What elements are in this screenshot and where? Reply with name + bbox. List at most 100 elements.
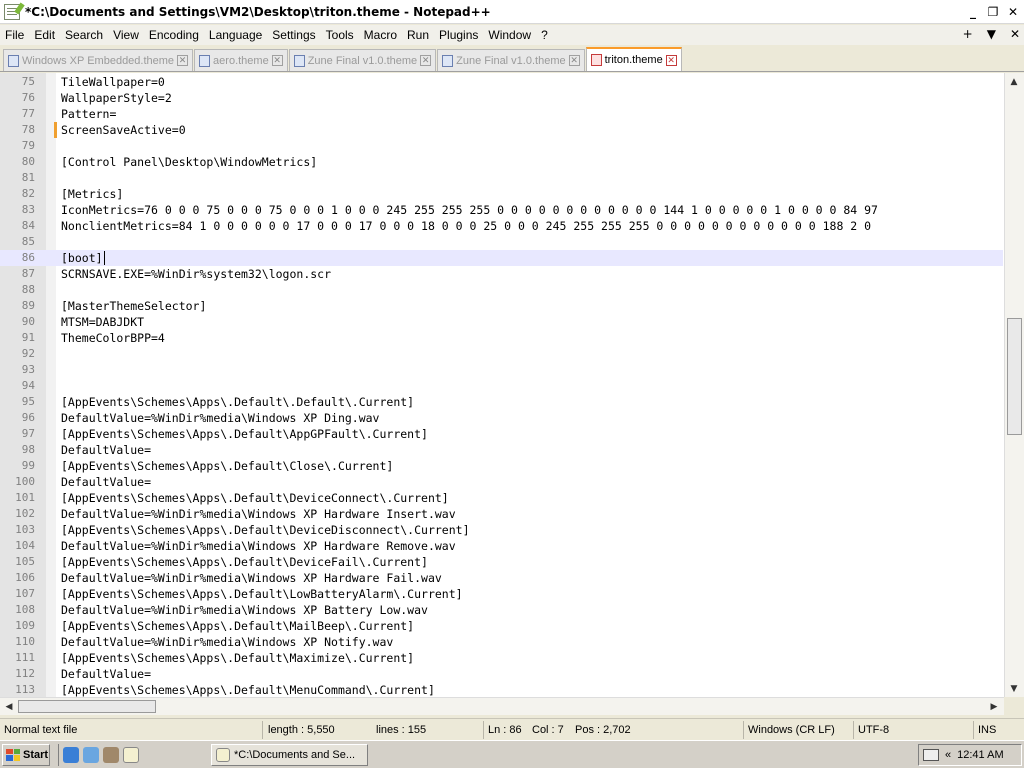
tab-windows-xp-embedded-theme[interactable]: Windows XP Embedded.theme ✕: [3, 49, 194, 71]
editor-line[interactable]: 80 [Control Panel\Desktop\WindowMetrics]: [0, 154, 1003, 170]
editor-line[interactable]: 87 SCRNSAVE.EXE=%WinDir%system32\logon.sc…: [0, 266, 1003, 282]
editor-line[interactable]: 94: [0, 378, 1003, 394]
menu-macro[interactable]: Macro: [359, 25, 402, 45]
restore-button[interactable]: ❐: [984, 3, 1002, 20]
scroll-down-arrow-icon[interactable]: ▼: [1005, 680, 1023, 697]
scroll-left-arrow-icon[interactable]: ◀: [1, 699, 17, 715]
editor-line[interactable]: 90 MTSM=DABJDKT: [0, 314, 1003, 330]
editor-line[interactable]: 89 [MasterThemeSelector]: [0, 298, 1003, 314]
tab-triton-theme[interactable]: triton.theme ✕: [585, 47, 682, 71]
editor-line[interactable]: 78 ScreenSaveActive=0: [0, 122, 1003, 138]
editor-line[interactable]: 104 DefaultValue=%WinDir%media\Windows XP…: [0, 538, 1003, 554]
editor-line[interactable]: 77 Pattern=: [0, 106, 1003, 122]
editor-line[interactable]: 113 [AppEvents\Schemes\Apps\.Default\Menu…: [0, 682, 1003, 697]
horizontal-scrollbar[interactable]: ◀ ▶: [0, 697, 1004, 715]
notepadpp-quicklaunch-icon[interactable]: [123, 746, 139, 763]
menu-help[interactable]: ?: [536, 25, 553, 45]
menu-edit[interactable]: Edit: [29, 25, 60, 45]
editor-line[interactable]: 97 [AppEvents\Schemes\Apps\.Default\AppGP…: [0, 426, 1003, 442]
editor-line[interactable]: 101 [AppEvents\Schemes\Apps\.Default\Devi…: [0, 490, 1003, 506]
tab-zune-final-theme-1[interactable]: Zune Final v1.0.theme ✕: [288, 49, 437, 71]
status-insert-mode[interactable]: INS: [976, 722, 996, 738]
tab-close-icon[interactable]: ✕: [420, 55, 432, 66]
line-number: 86: [21, 251, 35, 264]
notepadpp-app-icon[interactable]: [4, 3, 20, 20]
line-text: [AppEvents\Schemes\Apps\.Default\MailBee…: [61, 619, 415, 633]
keyboard-icon[interactable]: [923, 749, 939, 761]
editor-line[interactable]: 92: [0, 346, 1003, 362]
taskbar-window-button[interactable]: *C:\Documents and Se...: [211, 744, 368, 766]
menu-run[interactable]: Run: [402, 25, 434, 45]
editor-line[interactable]: 81: [0, 170, 1003, 186]
editor-line[interactable]: 107 [AppEvents\Schemes\Apps\.Default\LowB…: [0, 586, 1003, 602]
editor-line[interactable]: 111 [AppEvents\Schemes\Apps\.Default\Maxi…: [0, 650, 1003, 666]
editor-line[interactable]: 93: [0, 362, 1003, 378]
tab-close-icon[interactable]: ✕: [271, 55, 283, 66]
scroll-up-arrow-icon[interactable]: ▲: [1005, 73, 1023, 90]
editor-line[interactable]: 99 [AppEvents\Schemes\Apps\.Default\Close…: [0, 458, 1003, 474]
menu-search[interactable]: Search: [60, 25, 108, 45]
show-desktop-icon[interactable]: [103, 746, 119, 763]
menu-encoding[interactable]: Encoding: [144, 25, 204, 45]
editor-line[interactable]: 98 DefaultValue=: [0, 442, 1003, 458]
tab-close-icon[interactable]: ✕: [665, 54, 677, 66]
editor-line[interactable]: 95 [AppEvents\Schemes\Apps\.Default\.Defa…: [0, 394, 1003, 410]
menu-window[interactable]: Window: [483, 25, 536, 45]
line-number: 89: [21, 299, 35, 312]
editor-line[interactable]: 96 DefaultValue=%WinDir%media\Windows XP …: [0, 410, 1003, 426]
close-button[interactable]: ✕: [1004, 3, 1022, 20]
horizontal-scroll-thumb[interactable]: [18, 700, 156, 713]
clock[interactable]: 12:41 AM: [957, 749, 1003, 761]
menu-language[interactable]: Language: [204, 25, 267, 45]
status-lines: lines : 155: [376, 724, 427, 736]
menu-settings[interactable]: Settings: [267, 25, 320, 45]
text-editor[interactable]: 75 TileWallpaper=0 76 WallpaperStyle=2 77 Pat…: [0, 73, 1024, 697]
editor-line[interactable]: 85: [0, 234, 1003, 250]
vertical-scrollbar[interactable]: ▲ ▼: [1004, 73, 1024, 697]
editor-line[interactable]: 84 NonclientMetrics=84 1 0 0 0 0 0 0 17 0…: [0, 218, 1003, 234]
tab-close-icon[interactable]: ✕: [177, 55, 189, 66]
editor-line[interactable]: 100 DefaultValue=: [0, 474, 1003, 490]
editor-line[interactable]: 106 DefaultValue=%WinDir%media\Windows XP…: [0, 570, 1003, 586]
status-encoding[interactable]: UTF-8: [856, 722, 889, 738]
editor-line[interactable]: 102 DefaultValue=%WinDir%media\Windows XP…: [0, 506, 1003, 522]
editor-line[interactable]: 108 DefaultValue=%WinDir%media\Windows XP…: [0, 602, 1003, 618]
editor-line[interactable]: 103 [AppEvents\Schemes\Apps\.Default\Devi…: [0, 522, 1003, 538]
tab-aero-theme[interactable]: aero.theme ✕: [194, 49, 288, 71]
status-eol[interactable]: Windows (CR LF): [746, 722, 835, 738]
tab-close-icon[interactable]: ✕: [568, 55, 580, 66]
menu-file[interactable]: File: [0, 25, 29, 45]
menu-plugins[interactable]: Plugins: [434, 25, 483, 45]
editor-line[interactable]: 76 WallpaperStyle=2: [0, 90, 1003, 106]
close-document-icon[interactable]: ✕: [1010, 27, 1020, 41]
editor-line[interactable]: 91 ThemeColorBPP=4: [0, 330, 1003, 346]
scroll-right-arrow-icon[interactable]: ▶: [986, 699, 1002, 715]
status-file-type: Normal text file: [4, 724, 78, 736]
editor-line[interactable]: 83 IconMetrics=76 0 0 0 75 0 0 0 75 0 0 0…: [0, 202, 1003, 218]
line-number: 84: [21, 219, 35, 232]
tab-zune-final-theme-2[interactable]: Zune Final v1.0.theme ✕: [437, 49, 585, 71]
editor-line[interactable]: 110 DefaultValue=%WinDir%media\Windows XP…: [0, 634, 1003, 650]
editor-line[interactable]: 105 [AppEvents\Schemes\Apps\.Default\Devi…: [0, 554, 1003, 570]
status-col: Col : 7: [532, 724, 564, 736]
editor-line[interactable]: 109 [AppEvents\Schemes\Apps\.Default\Mail…: [0, 618, 1003, 634]
editor-line[interactable]: 82 [Metrics]: [0, 186, 1003, 202]
tray-expand-icon[interactable]: «: [945, 749, 951, 761]
scrollbar-corner: [1004, 697, 1024, 715]
editor-line[interactable]: 88: [0, 282, 1003, 298]
editor-line[interactable]: 112 DefaultValue=: [0, 666, 1003, 682]
new-tab-plus-icon[interactable]: +: [963, 27, 973, 41]
vertical-scroll-thumb[interactable]: [1007, 318, 1022, 435]
minimize-button[interactable]: _: [964, 3, 982, 20]
menu-tools[interactable]: Tools: [321, 25, 359, 45]
tab-list-down-icon[interactable]: ▼: [987, 27, 996, 41]
editor-line[interactable]: 79: [0, 138, 1003, 154]
menu-view[interactable]: View: [108, 25, 144, 45]
text-caret: [103, 251, 105, 265]
editor-line[interactable]: 75 TileWallpaper=0: [0, 74, 1003, 90]
outlook-express-icon[interactable]: [83, 746, 99, 763]
editor-line[interactable]: 86 [boot]: [0, 250, 1003, 266]
line-number: 83: [21, 203, 35, 216]
internet-explorer-icon[interactable]: [63, 746, 79, 763]
start-button[interactable]: Start: [2, 743, 50, 766]
